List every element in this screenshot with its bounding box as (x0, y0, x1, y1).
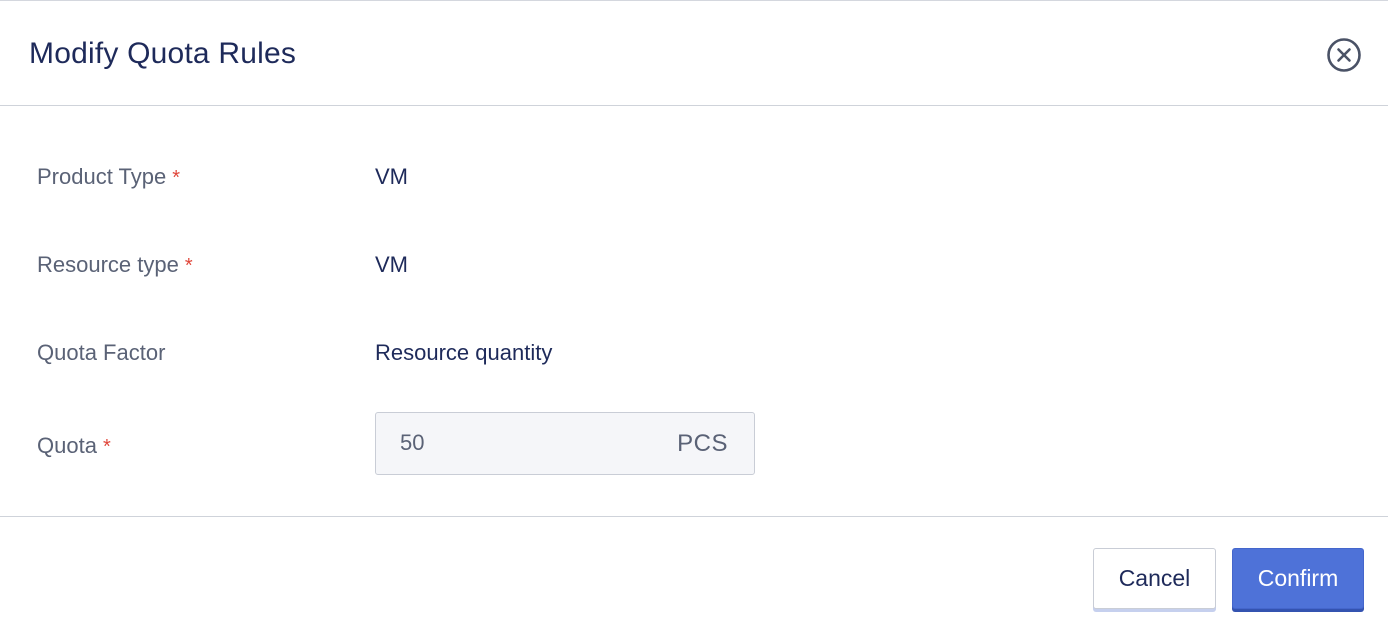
resource-type-value: VM (375, 252, 408, 277)
dialog-header: Modify Quota Rules (0, 1, 1388, 106)
quota-label-text: Quota (37, 433, 97, 458)
form-row-quota-factor: Quota Factor Resource quantity (0, 332, 1388, 372)
product-type-value: VM (375, 164, 408, 189)
product-type-label-text: Product Type (37, 164, 167, 189)
modify-quota-dialog: Modify Quota Rules Product Type * VM Reso… (0, 0, 1388, 636)
quota-factor-label-text: Quota Factor (37, 340, 166, 365)
form-row-quota: Quota* PCS (0, 412, 1388, 476)
required-mark: * (172, 167, 181, 189)
quota-input-box: PCS (375, 412, 755, 475)
confirm-button[interactable]: Confirm (1232, 548, 1364, 609)
cancel-button[interactable]: Cancel (1093, 548, 1216, 609)
quota-factor-value: Resource quantity (375, 340, 553, 365)
dialog-body: Product Type * VM Resource type * VM Quota… (0, 106, 1388, 517)
form-row-resource-type: Resource type * VM (0, 244, 1388, 284)
resource-type-label: Resource type * (37, 252, 193, 279)
dialog-footer: Cancel Confirm (0, 517, 1388, 635)
required-mark: * (102, 436, 111, 458)
required-mark: * (184, 255, 193, 277)
close-circle-icon (1327, 38, 1361, 72)
close-button[interactable] (1326, 37, 1362, 73)
quota-input[interactable] (376, 413, 656, 473)
quota-label: Quota * (37, 433, 111, 460)
quota-unit: PCS (677, 430, 728, 457)
product-type-label: Product Type * (37, 164, 180, 191)
resource-type-label-text: Resource type (37, 252, 179, 277)
form-row-product-type: Product Type * VM (0, 156, 1388, 196)
quota-factor-label: Quota Factor (37, 340, 165, 366)
dialog-title: Modify Quota Rules (29, 37, 297, 70)
